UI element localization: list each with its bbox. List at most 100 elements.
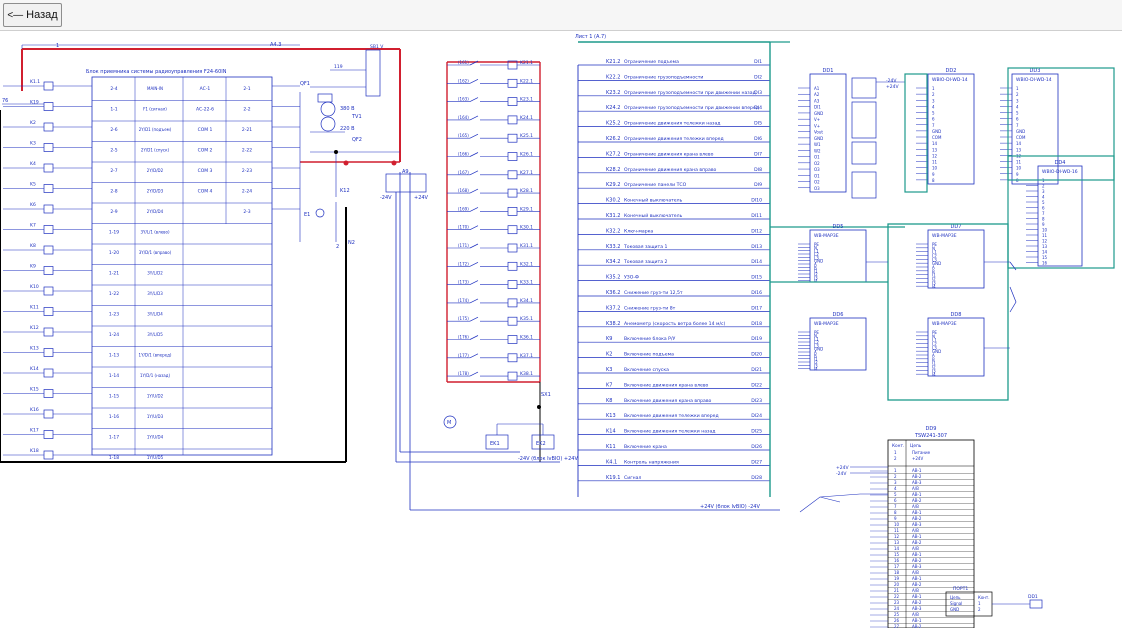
dd9-cell: 8 (894, 510, 897, 515)
dd9-cell: A/B (912, 486, 919, 491)
module-part (851, 101, 877, 139)
relay-coil (507, 78, 518, 88)
signal-out: DI15 (751, 275, 762, 281)
qf1-label: QF1 (300, 81, 310, 87)
back-button[interactable]: <— Назад (3, 3, 62, 27)
dd9-id: DD9 (926, 426, 937, 432)
signal-text: Ограничение грузоподъемности (624, 74, 703, 80)
dd9-cell: +24V (912, 456, 923, 461)
wire-number: (169) (458, 206, 469, 211)
module-pin: 12 (1042, 239, 1048, 244)
supply-label: -24V (886, 78, 897, 84)
contact-label: K31.1 (520, 243, 533, 249)
tv1-label: TV1 (351, 114, 362, 120)
wire-number: (167) (458, 170, 469, 175)
panel-pin: 2-5 (110, 148, 117, 154)
panel-signal: 2Y/D/D3 (147, 189, 164, 194)
panel-pin: 1-13 (109, 353, 119, 359)
dd9-cell: 5 (894, 492, 897, 497)
relay-coil (507, 353, 518, 363)
contact-label: K38.1 (520, 371, 533, 377)
supply-label: -24V (380, 195, 392, 201)
signal-out: DI13 (751, 244, 762, 250)
dd9-cell: A/B (912, 528, 919, 533)
relay-label: K19 (30, 100, 39, 106)
module-pin: 14 (1016, 141, 1022, 146)
wire-number: (171) (458, 243, 469, 248)
contact-label: K22.1 (520, 78, 533, 84)
signal-text: Включение движения крана вправо (624, 398, 712, 404)
supply-label: +24V (414, 195, 429, 201)
signal-out: DI14 (751, 259, 762, 265)
panel-out: 2-3 (243, 209, 250, 215)
relay-coil (43, 245, 54, 255)
port-cell: Конт. (978, 595, 990, 600)
module-pin: 4 (1042, 195, 1045, 200)
relay-label: K7 (30, 223, 36, 229)
relay-coil (43, 389, 54, 398)
signal-out: DI17 (751, 305, 762, 311)
contact-label: K23.1 (520, 97, 533, 103)
dd9-cell: 2 (894, 456, 897, 461)
wire-number: 76 (2, 98, 8, 104)
module-pin: A3 (814, 98, 820, 103)
relay-coil (43, 184, 54, 193)
signal-out: DI12 (751, 228, 762, 234)
module-pin: 4 (1016, 104, 1019, 109)
relay-coil (507, 280, 518, 289)
relay-coil (507, 335, 518, 344)
signal-ref: K19.1 (606, 475, 620, 481)
signal-ref: K33.2 (606, 244, 620, 250)
junction-dot (334, 150, 338, 154)
module-id: DD2 (946, 68, 957, 74)
panel-signal: 3Y/L/D3 (147, 291, 163, 296)
wire-number: (172) (458, 261, 469, 266)
contact-label: K25.1 (520, 133, 533, 139)
top-toolbar: <— Назад (0, 0, 1122, 31)
dd9-cell: 24 (894, 606, 900, 611)
electrical-schematic[interactable]: 1 A4.3Блок приемника системы радиоуправле… (0, 32, 1122, 628)
module-part (851, 77, 877, 99)
contact-label: K29.1 (520, 206, 533, 212)
signal-out: DI9 (754, 182, 762, 188)
signal-ref: K34.2 (606, 259, 620, 265)
dd9-cell: 10 (894, 522, 900, 527)
signal-out: DI18 (751, 321, 762, 327)
dd9-cell: AB-2 (912, 540, 922, 545)
dd9-cell: AB-2 (912, 582, 922, 587)
module-id: DD7 (951, 224, 962, 230)
signal-ref: K11 (606, 444, 616, 450)
contact (469, 243, 479, 249)
panel-signal: 2Y/D1 (подъем) (139, 127, 172, 132)
signal-ref: K7 (606, 382, 612, 388)
module-pin: DI1 (814, 105, 821, 110)
module-title: WB-MAP3E (814, 321, 839, 327)
contact-label: K34.1 (520, 298, 533, 304)
wire (799, 493, 888, 513)
module-title: WBIO-DI-WD-16 (1042, 169, 1078, 175)
signal-ref: K22.2 (606, 74, 620, 80)
panel-pin: 2-9 (110, 209, 117, 215)
module-pin: COM (932, 135, 942, 140)
module-pin: 6 (1016, 117, 1019, 122)
panel-signal: 1Y/U/D2 (147, 394, 164, 399)
dd9-cell: AB-1 (912, 576, 922, 581)
signal-out: DI24 (751, 413, 762, 419)
port-cell: 2 (978, 607, 981, 612)
panel-pin: 1-21 (109, 271, 119, 277)
signal-text: Снижение груз-ти 8т (624, 305, 676, 311)
signal-text: Конечный выключатель (624, 197, 683, 204)
dd9-cell: Питание (912, 450, 931, 455)
panel-signal: F1 (сигнал) (143, 107, 167, 112)
module-pin: 7 (1042, 211, 1045, 216)
ek1-label: EK1 (490, 441, 500, 447)
panel-signal: 1Y/D/1 (назад) (140, 373, 171, 378)
relay-coil (43, 143, 54, 152)
module-pin: 6 (932, 117, 935, 122)
panel-ac: AC-1 (200, 86, 211, 92)
panel-pin: 1-1 (110, 107, 117, 113)
dd9-cell: AB-3 (912, 480, 922, 485)
dd9-cell: AB-1 (912, 468, 922, 473)
relay-coil (507, 170, 518, 180)
signal-out: DI16 (751, 290, 762, 296)
